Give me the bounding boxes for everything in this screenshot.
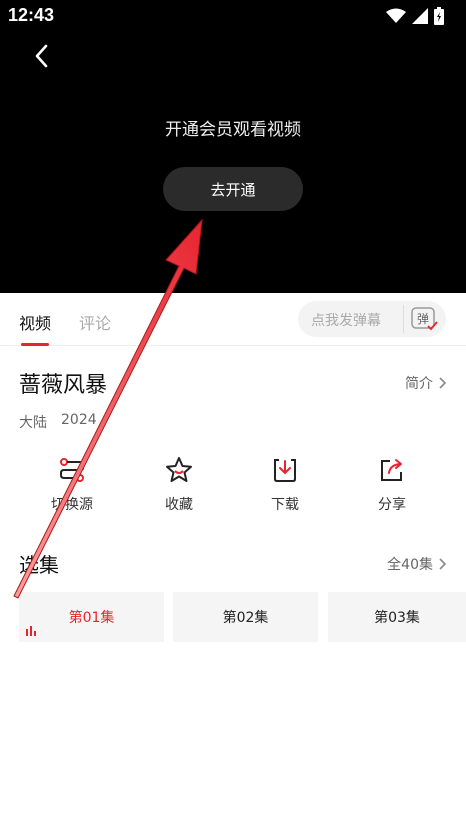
active-tab-indicator	[21, 343, 49, 346]
chevron-right-icon	[439, 558, 447, 570]
tab-comments[interactable]: 评论	[79, 310, 111, 334]
open-vip-button[interactable]: 去开通	[163, 167, 303, 211]
switch-source-button[interactable]: 切换源	[32, 456, 112, 514]
danmaku-icon-label: 弹	[417, 312, 429, 326]
status-bar: 12:43	[0, 0, 466, 32]
show-title: 蔷薇风暴	[19, 373, 108, 398]
share-label: 分享	[378, 497, 406, 513]
episode-label: 第01集	[68, 610, 115, 626]
episode-item[interactable]: 第03集	[328, 592, 466, 642]
all-episodes-label: 全40集	[387, 557, 433, 573]
playing-bars-icon	[26, 626, 36, 636]
show-meta: 大陆 2024	[19, 412, 97, 432]
episode-label: 第03集	[374, 610, 420, 626]
episode-label: 第02集	[222, 610, 269, 626]
signal-icon	[412, 8, 428, 24]
show-year: 2024	[61, 412, 97, 428]
star-icon	[166, 457, 192, 482]
intro-label: 简介	[405, 376, 433, 392]
download-label: 下载	[271, 497, 299, 513]
danmaku-input[interactable]: 点我发弹幕 弹	[298, 301, 446, 337]
show-region: 大陆	[19, 415, 47, 431]
favorite-button[interactable]: 收藏	[139, 456, 219, 514]
all-episodes-link[interactable]: 全40集	[387, 554, 447, 574]
episode-item[interactable]: 第02集	[173, 592, 318, 642]
danmaku-placeholder: 点我发弹幕	[311, 313, 381, 329]
chevron-right-icon	[439, 377, 447, 389]
favorite-label: 收藏	[165, 497, 193, 513]
wifi-icon	[386, 8, 406, 23]
danmaku-toggle-icon[interactable]: 弹	[403, 305, 440, 333]
switch-source-label: 切换源	[51, 497, 93, 513]
share-icon	[381, 459, 402, 481]
intro-link[interactable]: 简介	[405, 373, 447, 393]
back-icon[interactable]	[28, 40, 56, 72]
download-icon	[274, 459, 296, 482]
tab-video[interactable]: 视频	[19, 310, 51, 334]
battery-icon	[434, 7, 444, 25]
download-button[interactable]: 下载	[245, 456, 325, 514]
share-button[interactable]: 分享	[352, 456, 432, 514]
switch-source-icon	[60, 458, 84, 482]
status-time: 12:43	[8, 5, 55, 25]
episodes-section-title: 选集	[19, 553, 59, 577]
status-icons	[386, 7, 444, 25]
action-row: 切换源 收藏 下载 分享	[0, 456, 466, 526]
episode-item[interactable]: 第01集	[19, 592, 164, 642]
vip-prompt-text: 开通会员观看视频	[165, 120, 301, 140]
video-player[interactable]: 12:43 开通会员观看视频 去开通	[0, 0, 466, 293]
